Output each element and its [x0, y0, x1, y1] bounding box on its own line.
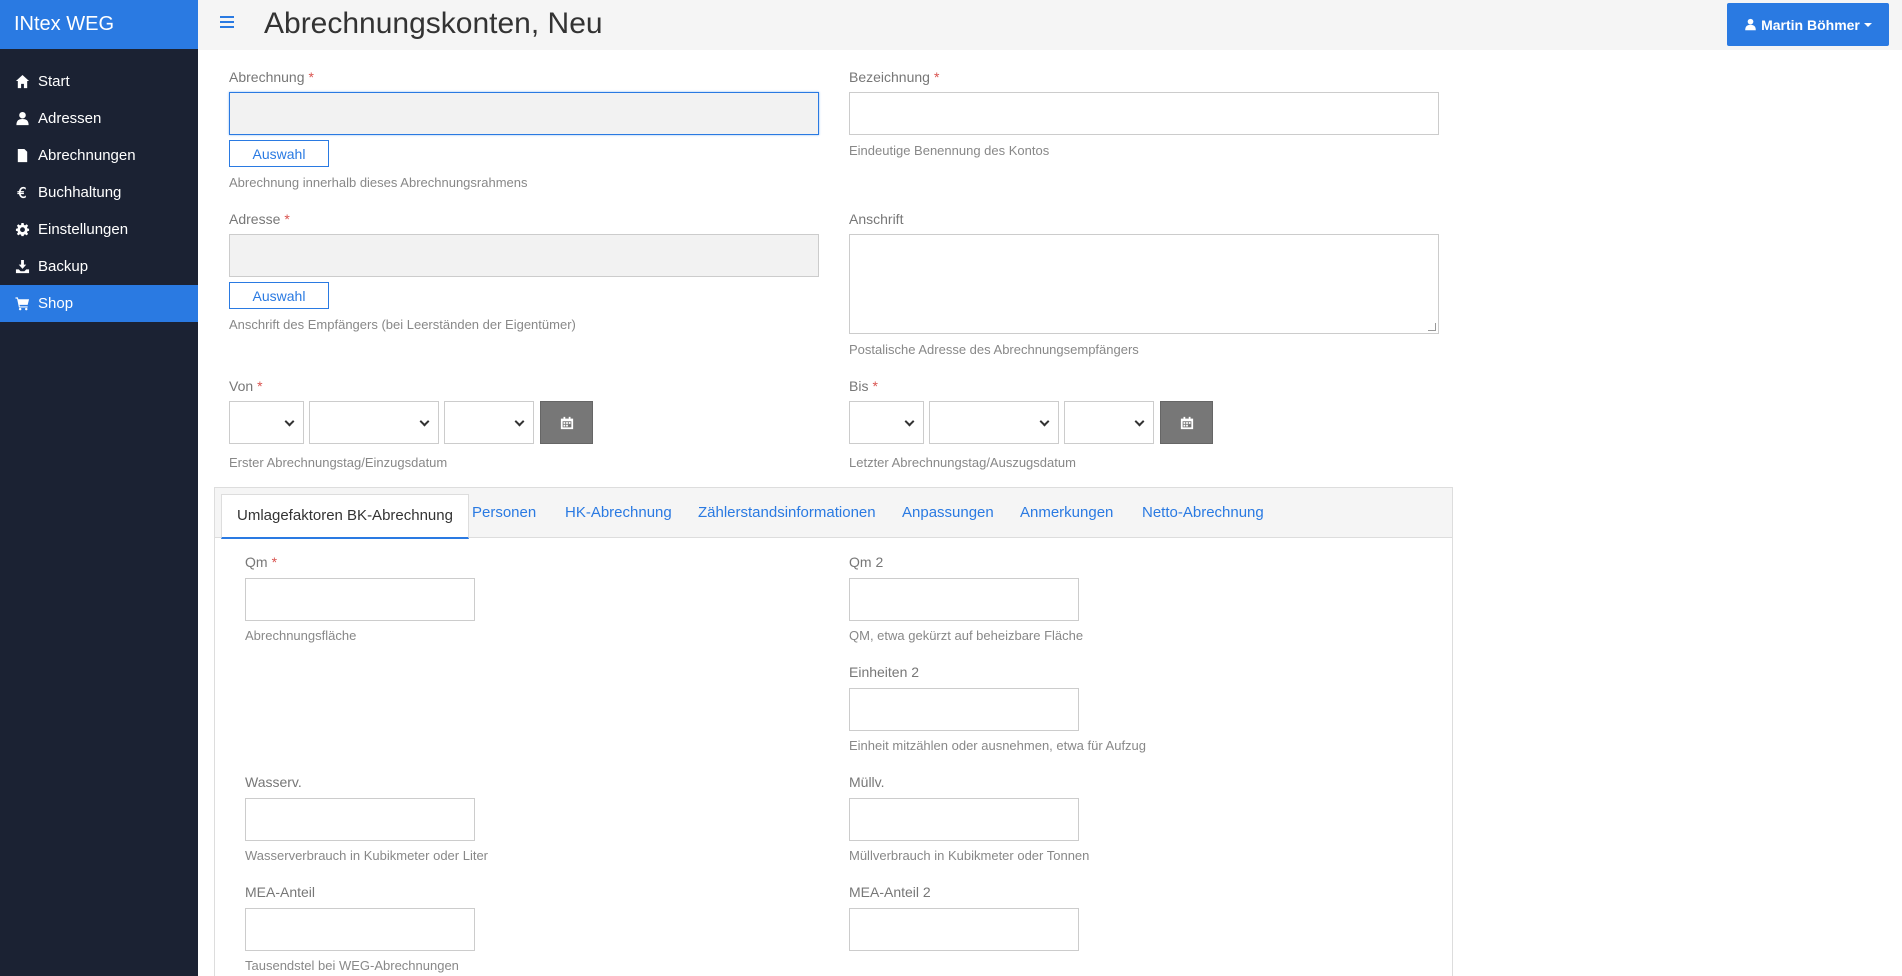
- calendar-icon: [1180, 416, 1193, 429]
- page-title: Abrechnungskonten, Neu: [264, 7, 603, 40]
- chevron-down-icon: [284, 416, 295, 427]
- von-month-select[interactable]: [309, 401, 439, 444]
- menu-toggle-icon[interactable]: [220, 16, 234, 30]
- mea2-label: MEA-Anteil 2: [849, 884, 931, 900]
- chevron-down-icon: [1134, 416, 1145, 427]
- sidebar-item-abrechnungen[interactable]: Abrechnungen: [0, 137, 198, 174]
- einheiten2-help: Einheit mitzählen oder ausnehmen, etwa f…: [849, 738, 1147, 753]
- muellv-help: Müllverbrauch in Kubikmeter oder Tonnen: [849, 848, 1090, 863]
- file-icon: [14, 148, 30, 164]
- tab-anmerkungen[interactable]: Anmerkungen: [1020, 488, 1113, 538]
- adresse-auswahl-button[interactable]: Auswahl: [229, 282, 329, 309]
- sidebar-item-adressen[interactable]: Adressen: [0, 100, 198, 137]
- user-icon: [1745, 18, 1756, 31]
- sidebar-item-label: Einstellungen: [38, 221, 129, 238]
- einheiten2-input[interactable]: [849, 688, 1079, 731]
- user-name: Martin Böhmer: [1761, 16, 1860, 33]
- bezeichnung-label: Bezeichnung *: [849, 69, 940, 85]
- caret-down-icon: [1863, 22, 1872, 27]
- home-icon: [14, 74, 30, 90]
- tab-anpassungen[interactable]: Anpassungen: [902, 488, 994, 538]
- chevron-down-icon: [1039, 416, 1050, 427]
- abrechnung-help: Abrechnung innerhalb dieses Abrechnungsr…: [229, 175, 528, 190]
- bis-day-select[interactable]: [849, 401, 924, 444]
- wasserv-help: Wasserverbrauch in Kubikmeter oder Liter: [245, 848, 489, 863]
- sidebar-nav: Start Adressen Abrechnungen Buchhaltung …: [0, 63, 198, 322]
- tab-personen[interactable]: Personen: [472, 488, 536, 538]
- sidebar-item-einstellungen[interactable]: Einstellungen: [0, 211, 198, 248]
- muellv-input[interactable]: [849, 798, 1079, 841]
- resize-handle[interactable]: [1428, 323, 1436, 331]
- tabs-panel: Umlagefaktoren BK-Abrechnung Personen HK…: [214, 487, 1453, 976]
- von-year-select[interactable]: [444, 401, 534, 444]
- user-menu-button[interactable]: Martin Böhmer: [1727, 3, 1889, 46]
- bis-calendar-button[interactable]: [1160, 401, 1213, 444]
- adresse-help: Anschrift des Empfängers (bei Leerstände…: [229, 317, 576, 332]
- von-calendar-button[interactable]: [540, 401, 593, 444]
- euro-icon: [14, 185, 30, 201]
- abrechnung-auswahl-button[interactable]: Auswahl: [229, 140, 329, 167]
- adresse-input[interactable]: [229, 234, 819, 277]
- bezeichnung-help: Eindeutige Benennung des Kontos: [849, 143, 1050, 158]
- bis-label: Bis *: [849, 378, 878, 394]
- sidebar-item-label: Buchhaltung: [38, 184, 122, 201]
- wasserv-label: Wasserv.: [245, 774, 302, 790]
- tab-zaehlerstandsinformationen[interactable]: Zählerstandsinformationen: [698, 488, 876, 538]
- mea-help: Tausendstel bei WEG-Abrechnungen: [245, 958, 459, 973]
- sidebar-item-backup[interactable]: Backup: [0, 248, 198, 285]
- anschrift-textarea[interactable]: [849, 234, 1439, 334]
- adresse-label: Adresse *: [229, 211, 290, 227]
- tab-netto-abrechnung[interactable]: Netto-Abrechnung: [1142, 488, 1264, 538]
- brand-logo[interactable]: INtex WEG: [0, 0, 198, 49]
- sidebar-item-label: Abrechnungen: [38, 147, 136, 164]
- sidebar-item-label: Start: [38, 73, 70, 90]
- anschrift-help: Postalische Adresse des Abrechnungsempfä…: [849, 342, 1139, 357]
- von-help: Erster Abrechnungstag/Einzugsdatum: [229, 455, 448, 470]
- abrechnung-label: Abrechnung *: [229, 69, 314, 85]
- einheiten2-label: Einheiten 2: [849, 664, 920, 680]
- tab-umlagefaktoren[interactable]: Umlagefaktoren BK-Abrechnung: [221, 494, 469, 539]
- tab-hk-abrechnung[interactable]: HK-Abrechnung: [565, 488, 672, 538]
- abrechnung-input[interactable]: [229, 92, 819, 135]
- sidebar: INtex WEG Start Adressen Abrechnungen Bu…: [0, 0, 198, 976]
- topbar: Abrechnungskonten, Neu Martin Böhmer: [198, 0, 1902, 50]
- cart-icon: [14, 296, 30, 312]
- bis-month-select[interactable]: [929, 401, 1059, 444]
- mea-label: MEA-Anteil: [245, 884, 316, 900]
- bezeichnung-input[interactable]: [849, 92, 1439, 135]
- anschrift-label: Anschrift: [849, 211, 904, 227]
- qm-label: Qm *: [245, 554, 278, 570]
- von-day-select[interactable]: [229, 401, 304, 444]
- sidebar-item-label: Adressen: [38, 110, 102, 127]
- qm2-input[interactable]: [849, 578, 1079, 621]
- muellv-label: Müllv.: [849, 774, 885, 790]
- mea-input[interactable]: [245, 908, 475, 951]
- gear-icon: [14, 222, 30, 238]
- chevron-down-icon: [904, 416, 915, 427]
- qm2-label: Qm 2: [849, 554, 884, 570]
- bis-help: Letzter Abrechnungstag/Auszugsdatum: [849, 455, 1076, 470]
- user-icon: [14, 111, 30, 127]
- chevron-down-icon: [514, 416, 525, 427]
- calendar-icon: [560, 416, 573, 429]
- mea2-input[interactable]: [849, 908, 1079, 951]
- sidebar-item-buchhaltung[interactable]: Buchhaltung: [0, 174, 198, 211]
- von-label: Von *: [229, 378, 263, 394]
- qm2-help: QM, etwa gekürzt auf beheizbare Fläche: [849, 628, 1084, 643]
- bis-year-select[interactable]: [1064, 401, 1154, 444]
- sidebar-item-label: Backup: [38, 258, 89, 275]
- sidebar-item-label: Shop: [38, 295, 74, 312]
- tab-bar: Umlagefaktoren BK-Abrechnung Personen HK…: [215, 488, 1452, 539]
- wasserv-input[interactable]: [245, 798, 475, 841]
- qm-input[interactable]: [245, 578, 475, 621]
- download-icon: [14, 259, 30, 275]
- chevron-down-icon: [419, 416, 430, 427]
- sidebar-item-shop[interactable]: Shop: [0, 285, 198, 322]
- sidebar-item-start[interactable]: Start: [0, 63, 198, 100]
- qm-help: Abrechnungsfläche: [245, 628, 357, 643]
